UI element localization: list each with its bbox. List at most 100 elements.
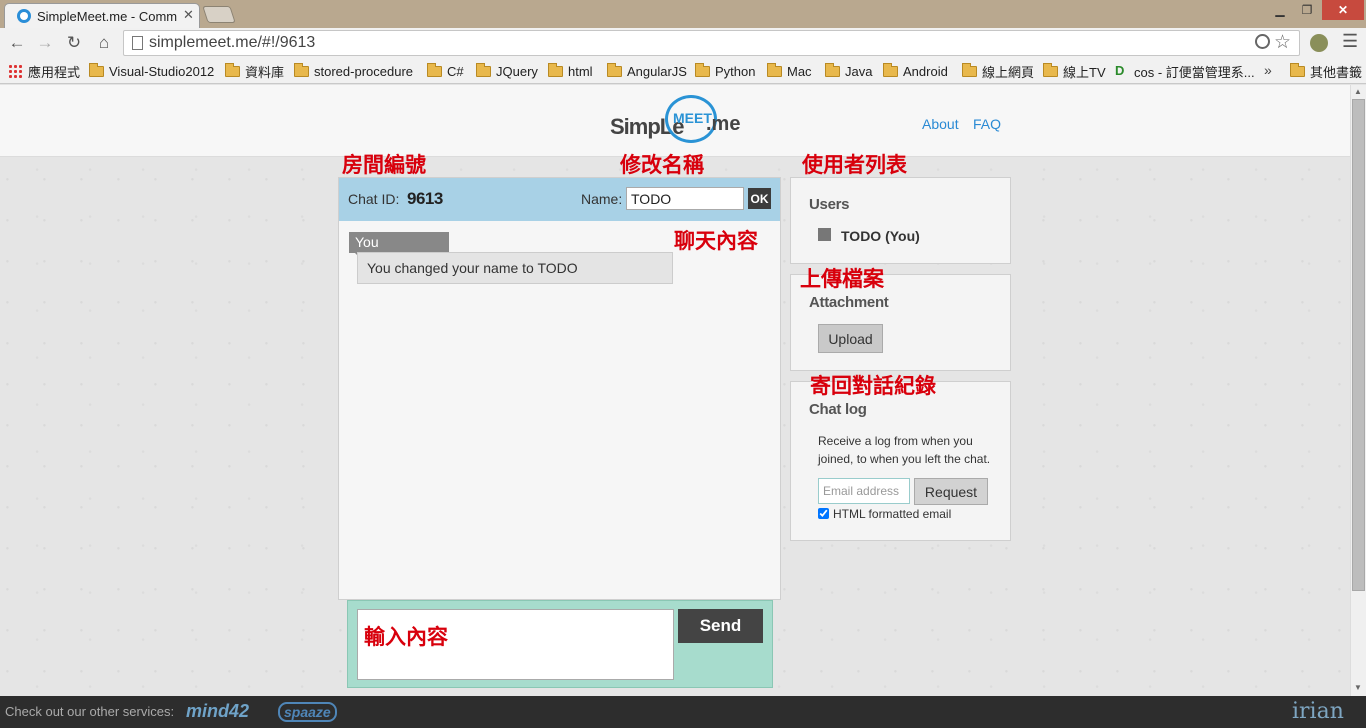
- bookmark-label: Mac: [787, 63, 812, 79]
- maximize-icon[interactable]: ❐: [1294, 0, 1320, 20]
- bookmark-label: cos - 訂便當管理系...: [1134, 64, 1255, 80]
- scroll-up-icon[interactable]: ▲: [1354, 87, 1362, 96]
- home-icon[interactable]: ⌂: [93, 32, 115, 54]
- address-bar[interactable]: simplemeet.me/#!/9613 ☆: [123, 30, 1300, 56]
- nav-faq-link[interactable]: FAQ: [973, 116, 1001, 132]
- chat-log-title: Chat log: [809, 401, 867, 418]
- message-sender: You: [349, 232, 449, 258]
- email-input[interactable]: [818, 478, 910, 504]
- bookmark-label: C#: [447, 63, 464, 79]
- chat-id-label: Chat ID:: [348, 191, 400, 207]
- tab-strip: SimpleMeet.me - Comm ✕ ▁ ❐ ✕: [0, 0, 1366, 28]
- bookmark-link[interactable]: Dcos - 訂便當管理系...: [1115, 62, 1255, 80]
- bookmark-label: JQuery: [496, 63, 538, 79]
- folder-icon: [427, 62, 442, 77]
- users-box: Users TODO (You): [790, 177, 1011, 264]
- page-scrollbar[interactable]: ▲ ▼: [1350, 85, 1366, 696]
- page-icon: [132, 36, 143, 50]
- simplemeet-favicon-icon: [17, 9, 31, 23]
- d-site-icon: D: [1115, 63, 1125, 78]
- bookmark-folder[interactable]: 資料庫: [225, 62, 284, 80]
- footer-text: Check out our other services:: [5, 704, 175, 719]
- folder-icon: [962, 62, 977, 77]
- back-arrow-icon[interactable]: ←: [6, 32, 28, 54]
- bookmark-label: 線上TV: [1063, 64, 1106, 80]
- annotation-upload: 上傳檔案: [800, 268, 884, 291]
- url-text: simplemeet.me/#!/9613: [149, 34, 316, 51]
- bookmark-folder[interactable]: JQuery: [476, 62, 538, 80]
- bookmark-label: 線上網頁: [982, 64, 1035, 80]
- folder-icon: [89, 62, 104, 77]
- folder-icon: [1290, 62, 1305, 77]
- window-close-icon[interactable]: ✕: [1322, 0, 1364, 20]
- folder-icon: [476, 62, 491, 77]
- annotation-chat-content: 聊天內容: [674, 230, 758, 253]
- user-name: TODO (You): [841, 228, 920, 244]
- bookmark-folder[interactable]: Android: [883, 62, 948, 80]
- tab-title: SimpleMeet.me - Comm: [37, 9, 177, 24]
- name-input[interactable]: [626, 187, 744, 210]
- folder-icon: [294, 62, 309, 77]
- site-header: SimpLe MEET .me About FAQ: [0, 85, 1350, 157]
- bookmark-folder[interactable]: html: [548, 62, 593, 80]
- bookmark-label: Visual-Studio2012: [109, 63, 215, 79]
- bookmark-folder[interactable]: Visual-Studio2012: [89, 62, 214, 80]
- simplemeet-logo[interactable]: SimpLe MEET .me: [610, 95, 740, 147]
- bookmark-label: 應用程式: [28, 64, 81, 80]
- bookmarks-more-icon[interactable]: »: [1264, 62, 1272, 78]
- bookmark-label: Java: [845, 63, 873, 79]
- reload-icon[interactable]: ↻: [63, 32, 85, 54]
- bookmark-folder[interactable]: Python: [695, 62, 755, 80]
- browser-menu-icon[interactable]: ☰: [1342, 31, 1358, 52]
- logo-me-text: .me: [706, 113, 741, 135]
- bookmark-folder[interactable]: Java: [825, 62, 872, 80]
- send-button[interactable]: Send: [678, 609, 763, 643]
- html-email-checkbox[interactable]: [818, 508, 829, 519]
- extension-icon[interactable]: [1310, 34, 1328, 52]
- message-body: You changed your name to TODO: [357, 252, 673, 284]
- annotation-input: 輸入內容: [364, 626, 448, 649]
- bookmark-folder[interactable]: C#: [427, 62, 464, 80]
- new-tab-button[interactable]: [202, 6, 236, 23]
- spaaze-logo-link[interactable]: spaaze: [278, 702, 337, 722]
- folder-icon: [767, 62, 782, 77]
- mind42-logo-link[interactable]: mind42: [186, 701, 249, 722]
- request-button[interactable]: Request: [914, 478, 988, 505]
- name-label: Name:: [581, 191, 623, 207]
- user-color-swatch: [818, 228, 831, 241]
- browser-toolbar: ← → ↻ ⌂ simplemeet.me/#!/9613 ☆ ☰: [0, 28, 1366, 58]
- name-ok-button[interactable]: OK: [748, 188, 771, 209]
- folder-icon: [825, 62, 840, 77]
- browser-tab[interactable]: SimpleMeet.me - Comm ✕: [4, 3, 200, 28]
- bookmark-label: Android: [903, 63, 948, 79]
- bookmark-label: AngularJS: [627, 63, 687, 79]
- bookmark-folder[interactable]: 線上網頁: [962, 62, 1034, 80]
- bookmark-folder[interactable]: AngularJS: [607, 62, 687, 80]
- bookmark-folder[interactable]: Mac: [767, 62, 812, 80]
- apps-grid-icon: [8, 64, 22, 78]
- annotation-chat-id: 房間編號: [342, 154, 426, 177]
- bookmark-folder[interactable]: 線上TV: [1043, 62, 1106, 80]
- bookmark-folder[interactable]: stored-procedure: [294, 62, 413, 80]
- minimize-icon[interactable]: ▁: [1266, 0, 1294, 20]
- bookmark-apps[interactable]: 應用程式: [8, 62, 80, 80]
- scroll-down-icon[interactable]: ▼: [1354, 683, 1362, 692]
- bookmark-label: 資料庫: [245, 64, 285, 80]
- site-footer: Check out our other services: mind42 spa…: [0, 696, 1366, 728]
- zoom-icon[interactable]: [1255, 34, 1270, 49]
- forward-arrow-icon[interactable]: →: [34, 32, 56, 54]
- bookmark-label: Python: [715, 63, 756, 79]
- chat-info-bar: Chat ID: 9613 Name: OK: [339, 178, 780, 221]
- nav-about-link[interactable]: About: [922, 116, 959, 132]
- chat-log-description: Receive a log from when you joined, to w…: [818, 434, 991, 466]
- tab-close-icon[interactable]: ✕: [183, 7, 194, 23]
- folder-icon: [607, 62, 622, 77]
- bookmarks-bar: 應用程式 Visual-Studio2012 資料庫 stored-proced…: [0, 58, 1366, 84]
- bookmark-star-icon[interactable]: ☆: [1274, 31, 1291, 54]
- bookmark-other-folder[interactable]: 其他書籤: [1290, 62, 1362, 80]
- upload-button[interactable]: Upload: [818, 324, 883, 353]
- folder-icon: [1043, 62, 1058, 77]
- annotation-user-list: 使用者列表: [802, 154, 907, 177]
- scroll-thumb[interactable]: [1352, 99, 1365, 591]
- irian-logo[interactable]: irian: [1292, 699, 1344, 724]
